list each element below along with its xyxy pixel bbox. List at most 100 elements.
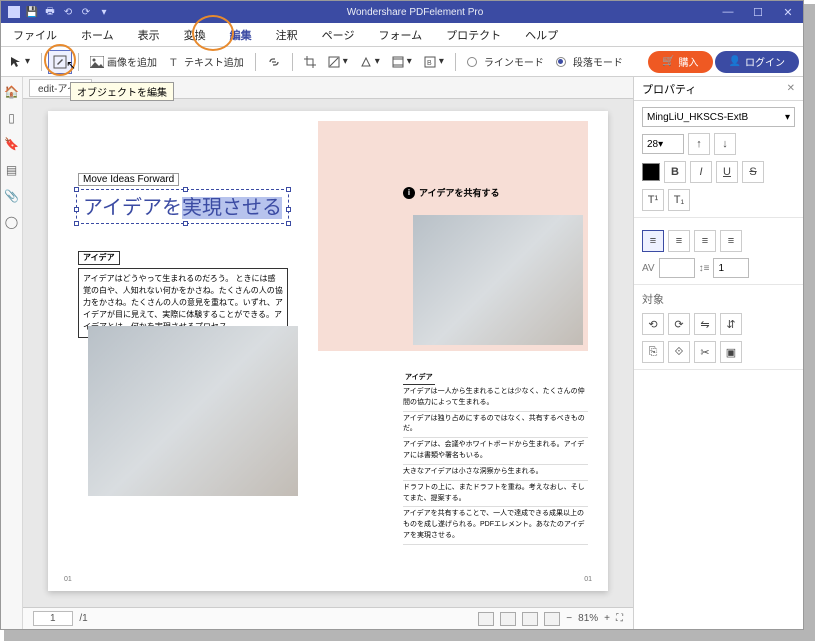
menu-annotate[interactable]: 注釈 — [264, 23, 310, 46]
menu-form[interactable]: フォーム — [366, 23, 434, 46]
view-continuous-icon[interactable] — [500, 612, 516, 626]
zoom-in-icon[interactable]: + — [604, 613, 610, 624]
line-mode-radio[interactable]: ラインモード — [462, 50, 549, 74]
page-total: /1 — [79, 613, 87, 624]
menu-page[interactable]: ページ — [310, 23, 367, 46]
paragraph-mode-radio[interactable]: 段落モード — [551, 50, 628, 74]
idea-text-block-1[interactable]: アイデア アイデアはどうやって生まれるのだろう。 ときには感覚の白や、人知れない… — [78, 251, 288, 338]
add-text-button[interactable]: T テキスト追加 — [164, 50, 249, 74]
strikethrough-icon[interactable]: S — [742, 161, 764, 183]
superscript-icon[interactable]: T¹ — [642, 189, 664, 211]
decrease-size-icon[interactable]: ↓ — [714, 133, 736, 155]
select-tool[interactable]: ▾ — [5, 50, 35, 74]
arrange-icon[interactable]: ▣ — [720, 341, 742, 363]
page-input[interactable]: 1 — [33, 611, 73, 626]
attachments-icon[interactable]: 📎 — [4, 189, 19, 203]
zoom-value: 81% — [578, 613, 598, 624]
font-size-input[interactable]: 28 ▾ — [642, 134, 684, 154]
line-spacing-input[interactable] — [713, 258, 749, 278]
document-canvas[interactable]: Move Ideas Forward アイデアを実現させる iアイデアを共有する… — [23, 99, 633, 607]
comments-icon[interactable]: ▤ — [6, 163, 17, 177]
qat-dropdown-icon[interactable]: ▾ — [97, 5, 111, 19]
photo-pottery[interactable] — [88, 326, 298, 496]
properties-panel: プロパティ✕ MingLiU_HKSCS-ExtB▾ 28 ▾ ↑ ↓ B I … — [633, 77, 803, 629]
underline-icon[interactable]: U — [716, 161, 738, 183]
rotate-left-icon[interactable]: ⟲ — [642, 313, 664, 335]
align-right-icon[interactable]: ≡ — [694, 230, 716, 252]
maximize-button[interactable]: ☐ — [743, 1, 773, 23]
line-spacing-icon: ↕≡ — [699, 263, 710, 274]
menu-help[interactable]: ヘルプ — [513, 23, 570, 46]
print-icon[interactable]: 🖶 — [43, 5, 57, 19]
align-left-icon[interactable]: ≡ — [642, 230, 664, 252]
flip-vertical-icon[interactable]: ⇵ — [720, 313, 742, 335]
crop-tool[interactable] — [299, 50, 321, 74]
link-tool[interactable] — [262, 50, 286, 74]
fullscreen-icon[interactable]: ⛶ — [616, 613, 623, 624]
headline-jp-selection[interactable]: アイデアを実現させる — [76, 189, 289, 224]
view-two-page-icon[interactable] — [522, 612, 538, 626]
redo-icon[interactable]: ⟳ — [79, 5, 93, 19]
bookmarks-icon[interactable]: 🔖 — [4, 137, 19, 151]
headline-en[interactable]: Move Ideas Forward — [78, 173, 179, 186]
italic-icon[interactable]: I — [690, 161, 712, 183]
extract-icon[interactable]: ⎘ — [642, 341, 664, 363]
app-title: Wondershare PDFelement Pro — [117, 7, 713, 18]
menu-view[interactable]: 表示 — [126, 23, 172, 46]
add-text-label: テキスト追加 — [184, 54, 244, 69]
share-badge: iアイデアを共有する — [403, 186, 500, 199]
align-center-icon[interactable]: ≡ — [668, 230, 690, 252]
buy-button[interactable]: 🛒 購入 — [648, 51, 712, 73]
menu-convert[interactable]: 変換 — [172, 23, 218, 46]
add-image-label: 画像を追加 — [107, 54, 157, 69]
header-footer-tool[interactable]: ▾ — [387, 50, 417, 74]
font-family-dropdown[interactable]: MingLiU_HKSCS-ExtB▾ — [642, 107, 795, 127]
bold-icon[interactable]: B — [664, 161, 686, 183]
status-bar: 1 /1 − 81% + ⛶ — [23, 607, 633, 629]
pdf-page: Move Ideas Forward アイデアを実現させる iアイデアを共有する… — [48, 111, 608, 591]
subscript-icon[interactable]: T₁ — [668, 189, 690, 211]
menu-file[interactable]: ファイル — [1, 23, 69, 46]
undo-icon[interactable]: ⟲ — [61, 5, 75, 19]
photo-coffee-cup[interactable] — [413, 215, 583, 345]
background-tool[interactable]: ▾ — [355, 50, 385, 74]
menu-protect[interactable]: プロテクト — [434, 23, 513, 46]
view-single-icon[interactable] — [478, 612, 494, 626]
font-color-swatch[interactable] — [642, 163, 660, 181]
edit-toolbar: ▾ 画像を追加 T テキスト追加 ▾ ▾ ▾ B▾ ラインモード 段落モード 🛒 … — [1, 47, 803, 77]
watermark-tool[interactable]: ▾ — [323, 50, 353, 74]
add-image-button[interactable]: 画像を追加 — [85, 50, 162, 74]
panel-close-icon[interactable]: ✕ — [787, 83, 795, 94]
svg-text:B: B — [427, 60, 432, 67]
minimize-button[interactable]: — — [713, 1, 743, 23]
search-icon[interactable]: ◯ — [5, 215, 18, 229]
login-button[interactable]: 👤 ログイン — [715, 51, 799, 73]
align-justify-icon[interactable]: ≡ — [720, 230, 742, 252]
menu-bar: ファイル ホーム 表示 変換 編集 注釈 ページ フォーム プロテクト ヘルプ — [1, 23, 803, 47]
page-footer-right: 01 — [584, 576, 592, 583]
char-spacing-icon: AV — [642, 263, 655, 274]
edit-object-tooltip: オブジェクトを編集 — [70, 82, 174, 101]
replace-icon[interactable]: ⟐ — [668, 341, 690, 363]
increase-size-icon[interactable]: ↑ — [688, 133, 710, 155]
idea-text-block-2[interactable]: アイデア アイデアは一人から生まれることは少なく、たくさんの仲間の協力によって生… — [403, 373, 588, 545]
zoom-out-icon[interactable]: − — [566, 613, 572, 624]
close-button[interactable]: ✕ — [773, 1, 803, 23]
properties-title: プロパティ — [642, 81, 696, 97]
save-icon[interactable]: 💾 — [25, 5, 39, 19]
thumbnails-icon[interactable]: ▯ — [8, 111, 15, 125]
edit-object-tool[interactable] — [48, 50, 72, 74]
svg-text:T: T — [170, 57, 177, 68]
transform-section-title: 対象 — [642, 291, 795, 307]
bates-tool[interactable]: B▾ — [419, 50, 449, 74]
menu-home[interactable]: ホーム — [69, 23, 126, 46]
view-two-continuous-icon[interactable] — [544, 612, 560, 626]
crop-image-icon[interactable]: ✂ — [694, 341, 716, 363]
menu-edit[interactable]: 編集 — [218, 23, 264, 46]
flip-horizontal-icon[interactable]: ⇋ — [694, 313, 716, 335]
char-spacing-input[interactable] — [659, 258, 695, 278]
home-icon[interactable]: 🏠 — [4, 85, 19, 99]
left-sidebar: 🏠 ▯ 🔖 ▤ 📎 ◯ — [1, 77, 23, 629]
app-icon — [7, 5, 21, 19]
rotate-right-icon[interactable]: ⟳ — [668, 313, 690, 335]
